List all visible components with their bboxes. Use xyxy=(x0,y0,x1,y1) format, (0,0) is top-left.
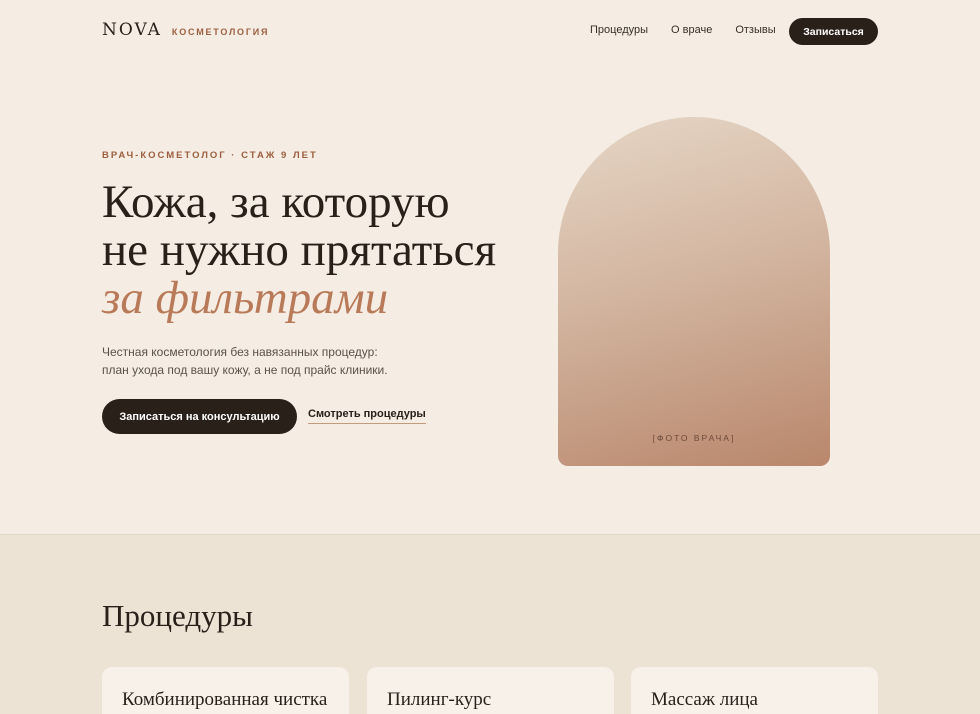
procedure-card-title: Комбинированная чистка xyxy=(122,689,328,710)
procedure-card-title: Пилинг-курс xyxy=(387,689,492,710)
logo-mark: NOVA xyxy=(102,20,162,40)
header-book-button[interactable]: Записаться xyxy=(789,18,878,45)
procedure-card-cleaning[interactable]: Комбинированная чистка xyxy=(102,667,349,714)
procedure-card-peeling[interactable]: Пилинг-курс xyxy=(367,667,614,714)
logo[interactable]: NOVA КОСМЕТОЛОГИЯ xyxy=(102,20,269,40)
photo-placeholder-label: [ФОТО ВРАЧА] xyxy=(652,433,736,443)
consultation-button[interactable]: Записаться на консультацию xyxy=(102,399,297,434)
lede-line-2: план ухода под вашу кожу, а не под прайс… xyxy=(102,363,388,377)
main-nav: Процедуры О враче Отзывы xyxy=(590,24,776,36)
procedures-section: Процедуры Комбинированная чистка Пилинг-… xyxy=(0,534,980,714)
procedure-card-title: Массаж лица xyxy=(651,689,758,710)
doctor-photo-placeholder: [ФОТО ВРАЧА] xyxy=(558,117,830,466)
lede-line-1: Честная косметология без навязанных проц… xyxy=(102,345,378,359)
logo-subtitle: КОСМЕТОЛОГИЯ xyxy=(171,27,270,37)
headline-line-2: не нужно прятаться xyxy=(102,224,497,276)
procedures-title: Процедуры xyxy=(102,598,253,633)
site-header: NOVA КОСМЕТОЛОГИЯ Процедуры О враче Отзы… xyxy=(0,0,980,64)
hero-lede: Честная косметология без навязанных проц… xyxy=(102,343,422,379)
procedure-card-massage[interactable]: Массаж лица xyxy=(631,667,878,714)
nav-link-about-doctor[interactable]: О враче xyxy=(671,24,712,36)
hero-headline: Кожа, за которую не нужно прятаться за ф… xyxy=(102,178,522,322)
headline-accent: за фильтрами xyxy=(102,272,389,324)
view-procedures-link[interactable]: Смотреть процедуры xyxy=(308,408,426,424)
nav-link-procedures[interactable]: Процедуры xyxy=(590,24,648,36)
headline-line-1: Кожа, за которую xyxy=(102,176,450,228)
nav-link-reviews[interactable]: Отзывы xyxy=(735,24,775,36)
hero-eyebrow: ВРАЧ-КОСМЕТОЛОГ · СТАЖ 9 ЛЕТ xyxy=(102,150,318,161)
